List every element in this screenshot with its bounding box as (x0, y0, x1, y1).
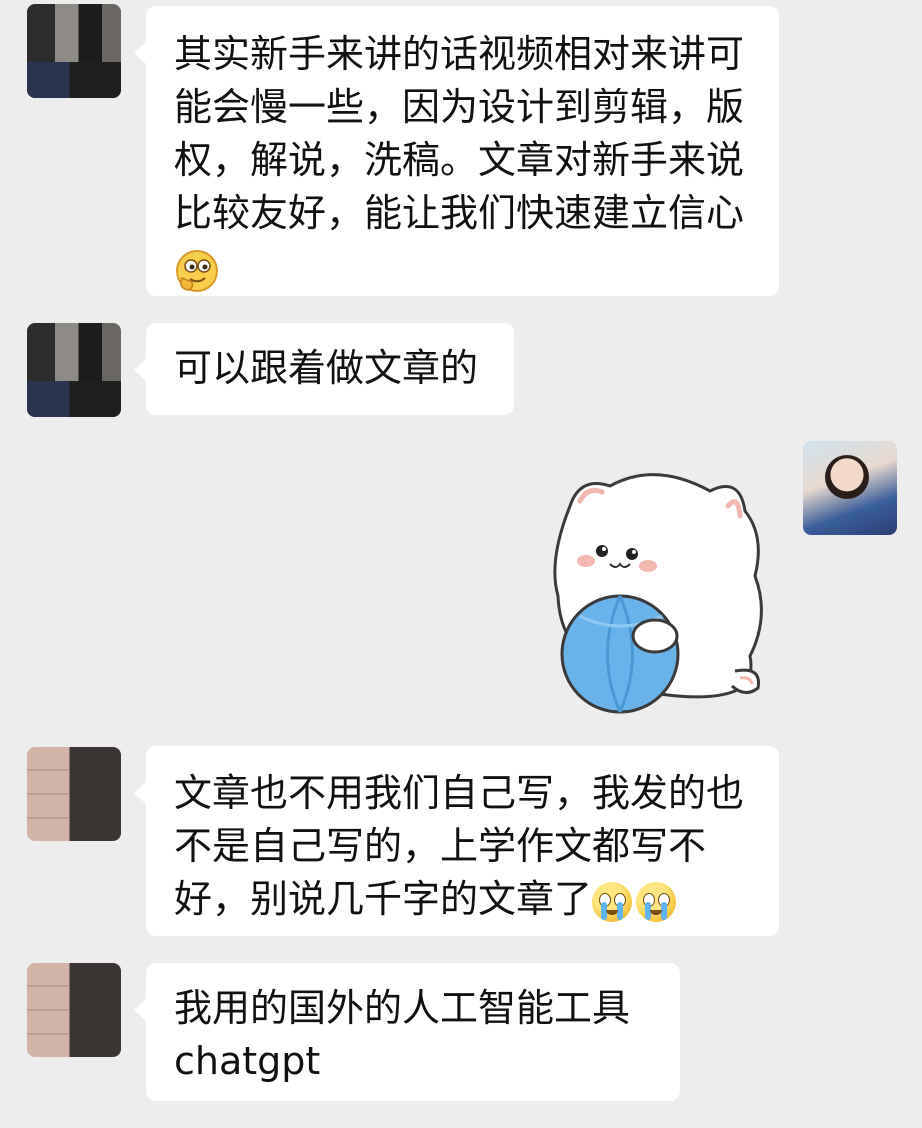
crying-emoji-icon (592, 881, 633, 922)
smirk-emoji-icon (176, 249, 218, 292)
avatar-contact[interactable] (27, 323, 121, 417)
avatar-self[interactable] (803, 441, 897, 535)
message-bubble[interactable]: 文章也不用我们自己写，我发的也不是自己写的，上学作文都写不好，别说几千字的文章了 (134, 746, 779, 936)
avatar-contact[interactable] (27, 963, 121, 1057)
message-bubble[interactable]: 我用的国外的人工智能工具chatgpt (134, 963, 680, 1101)
message-bubble[interactable]: 其实新手来讲的话视频相对来讲可能会慢一些，因为设计到剪辑，版权，解说，洗稿。文章… (134, 6, 779, 296)
cat-ball-sticker[interactable] (540, 466, 770, 716)
avatar-contact[interactable] (27, 4, 121, 98)
message-text: 我用的国外的人工智能工具chatgpt (174, 986, 631, 1083)
message-bubble[interactable]: 可以跟着做文章的 (134, 323, 514, 415)
message-text: 可以跟着做文章的 (174, 346, 479, 390)
avatar-contact[interactable] (27, 747, 121, 841)
crying-emoji-icon (636, 881, 677, 922)
message-text: 其实新手来讲的话视频相对来讲可能会慢一些，因为设计到剪辑，版权，解说，洗稿。文章… (174, 32, 745, 235)
